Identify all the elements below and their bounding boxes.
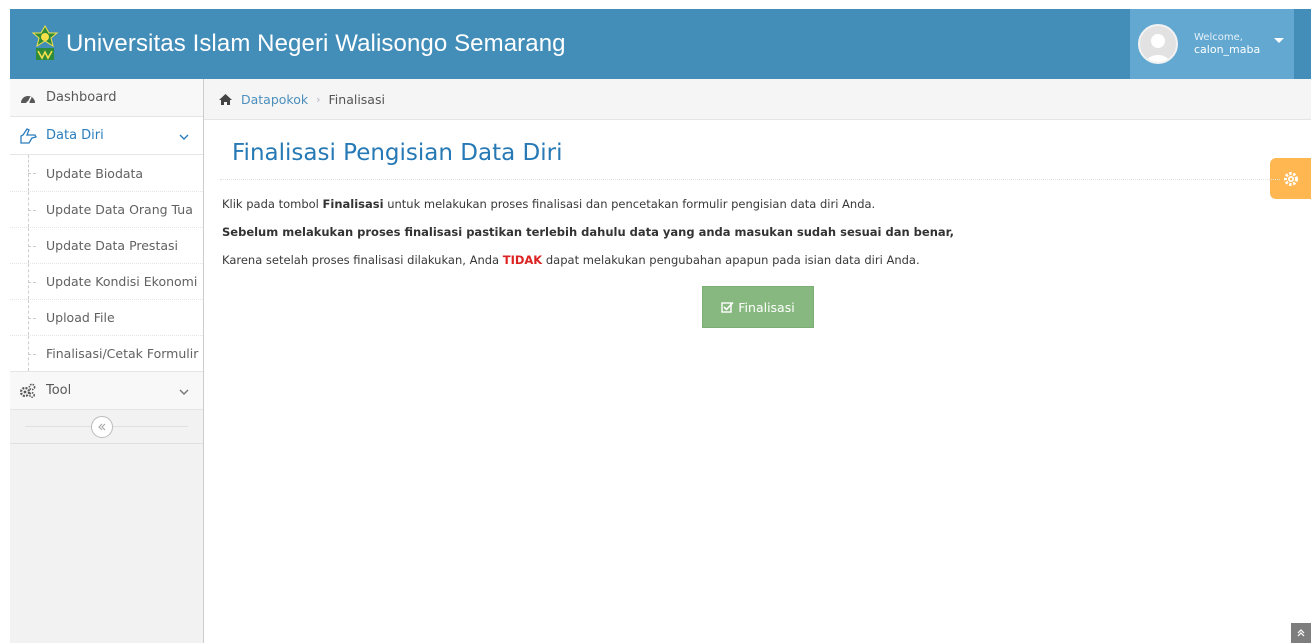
chevron-down-icon — [179, 130, 189, 145]
sidebar: Dashboard Data Diri Update Biodata Updat… — [10, 79, 204, 643]
cogs-icon — [18, 383, 38, 399]
caret-down-icon — [1274, 37, 1285, 43]
sidebar-item-data-diri[interactable]: Data Diri — [10, 117, 203, 155]
user-avatar-icon — [1146, 34, 1170, 62]
sidebar-item-label: Tool — [46, 383, 72, 398]
breadcrumb: Datapokok › Finalisasi — [204, 79, 1311, 120]
main-content: Klik pada tombol Finalisasi untuk melaku… — [222, 190, 1282, 274]
instruction-text: Klik pada tombol Finalisasi untuk melaku… — [222, 190, 1282, 218]
finalisasi-button-label: Finalisasi — [738, 299, 795, 315]
scroll-to-top-button[interactable] — [1291, 623, 1311, 643]
page-title: Finalisasi Pengisian Data Diri — [232, 140, 563, 166]
instruction-text-part: untuk melakukan proses finalisasi dan pe… — [383, 197, 876, 211]
sidebar-item-label: Data Diri — [46, 128, 104, 143]
home-icon[interactable] — [218, 93, 233, 106]
instruction-keyword: Finalisasi — [322, 197, 384, 211]
finalisasi-button[interactable]: Finalisasi — [702, 286, 814, 328]
submenu-item-upload-file[interactable]: Upload File — [10, 299, 203, 335]
instruction-text-part: Klik pada tombol — [222, 197, 323, 211]
warning-text-part: dapat melakukan pengubahan apapun pada i… — [542, 253, 920, 267]
breadcrumb-current: Finalisasi — [328, 91, 385, 107]
sidebar-collapse-bar — [10, 410, 203, 444]
submenu-item-finalisasi-cetak-formulir[interactable]: Finalisasi/Cetak Formulir — [10, 335, 203, 371]
sidebar-item-label: Dashboard — [46, 90, 117, 105]
double-chevron-up-icon — [1297, 629, 1305, 637]
warning-text-part: Karena setelah proses finalisasi dilakuk… — [222, 253, 503, 267]
edit-check-icon — [721, 301, 734, 313]
data-diri-submenu: Update Biodata Update Data Orang Tua Upd… — [10, 155, 203, 372]
sidebar-item-dashboard[interactable]: Dashboard — [10, 79, 203, 117]
sidebar-item-tool[interactable]: Tool — [10, 372, 203, 410]
submenu-item-update-data-prestasi[interactable]: Update Data Prestasi — [10, 227, 203, 263]
hand-pointing-icon — [18, 127, 38, 144]
breadcrumb-separator-icon: › — [316, 92, 321, 106]
user-name: calon_maba — [1194, 43, 1261, 56]
brand[interactable]: Universitas Islam Negeri Walisongo Semar… — [30, 22, 566, 66]
user-menu[interactable]: Welcome, calon_maba — [1130, 9, 1294, 79]
warning-text: Karena setelah proses finalisasi dilakuk… — [222, 246, 1282, 274]
breadcrumb-link-datapokok[interactable]: Datapokok — [241, 92, 308, 107]
dashboard-icon — [18, 91, 38, 105]
submenu-item-update-kondisi-ekonomi[interactable]: Update Kondisi Ekonomi — [10, 263, 203, 299]
sidebar-collapse-button[interactable] — [91, 416, 113, 438]
chevron-down-icon — [179, 385, 189, 400]
warning-keyword: TIDAK — [502, 253, 543, 267]
submenu-item-update-biodata[interactable]: Update Biodata — [10, 155, 203, 191]
avatar — [1138, 24, 1178, 64]
user-info: Welcome, calon_maba — [1194, 32, 1260, 56]
app-title: Universitas Islam Negeri Walisongo Semar… — [66, 30, 566, 57]
gear-icon — [1283, 171, 1298, 186]
university-logo-icon — [31, 24, 59, 60]
page-header: Finalisasi Pengisian Data Diri — [220, 130, 1280, 180]
double-chevron-left-icon — [98, 423, 106, 431]
submenu-item-update-data-orang-tua[interactable]: Update Data Orang Tua — [10, 191, 203, 227]
warning-check-text: Sebelum melakukan proses finalisasi past… — [222, 225, 955, 239]
top-navbar: Universitas Islam Negeri Walisongo Semar… — [10, 9, 1311, 79]
